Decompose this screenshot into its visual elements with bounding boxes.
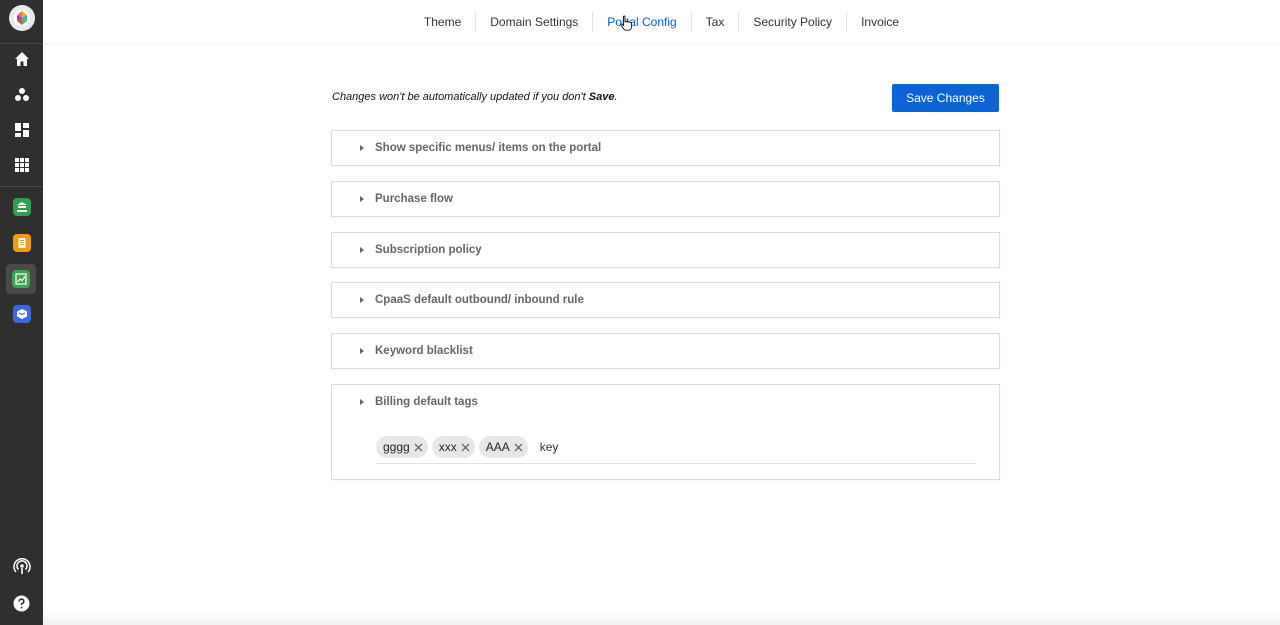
panel-header[interactable]: Billing default tags [332,385,999,419]
save-notice: Changes won't be automatically updated i… [332,91,618,103]
panel-keyword-blacklist: Keyword blacklist [331,333,1000,369]
hand-cursor-icon [620,15,633,31]
tag-label: xxx [438,440,457,454]
bank-app-icon[interactable] [0,192,43,222]
tab-portal-config-label: Portal Config [607,14,677,29]
box-app-icon[interactable] [0,299,43,329]
document-app-icon[interactable] [0,228,43,258]
tab-domain-settings[interactable]: Domain Settings [476,11,594,32]
panel-cpaas-default-rule: CpaaS default outbound/ inbound rule [331,282,1000,318]
caret-right-icon [360,145,364,151]
apps-grid-icon[interactable] [0,150,43,180]
tag-chip: AAA [478,436,528,458]
panel-header[interactable]: Keyword blacklist [332,334,999,368]
tab-invoice[interactable]: Invoice [847,12,913,32]
tag-text-input[interactable] [537,439,662,455]
settings-tabs: Theme Domain Settings Portal Config Tax … [43,0,1280,43]
caret-right-icon [360,247,364,253]
home-icon[interactable] [0,44,43,74]
dashboard-icon[interactable] [0,115,43,145]
panel-title: Keyword blacklist [375,345,473,357]
tag-label: gggg [383,440,410,454]
caret-right-icon [360,399,364,405]
caret-right-icon [360,297,364,303]
tab-theme[interactable]: Theme [410,11,477,32]
panel-subscription-policy: Subscription policy [331,232,1000,268]
panel-purchase-flow: Purchase flow [331,181,1000,217]
panel-title: Purchase flow [375,193,453,205]
save-notice-emphasis: Save [588,91,615,103]
save-changes-button[interactable]: Save Changes [892,84,999,112]
panel-header[interactable]: Purchase flow [332,182,999,216]
save-notice-text: Changes won't be automatically updated i… [332,91,589,103]
panel-header[interactable]: Show specific menus/ items on the portal [332,131,999,165]
brand-logo-icon[interactable] [9,5,35,31]
panel-title: CpaaS default outbound/ inbound rule [375,294,584,306]
tag-label: AAA [485,440,510,454]
chart-app-icon[interactable] [6,264,36,294]
panel-header[interactable]: CpaaS default outbound/ inbound rule [332,283,999,317]
sidebar-divider [0,186,43,187]
panel-title: Billing default tags [375,396,478,408]
help-icon[interactable] [0,588,43,618]
sidebar [0,0,43,625]
tab-tax[interactable]: Tax [692,11,740,32]
save-notice-end: . [614,91,618,103]
remove-tag-icon[interactable] [461,443,470,452]
remove-tag-icon[interactable] [414,443,423,452]
billing-tags-input[interactable]: gggg xxx AAA [376,431,976,464]
caret-right-icon [360,348,364,354]
users-icon[interactable] [0,80,43,110]
remove-tag-icon[interactable] [514,443,523,452]
panel-title: Subscription policy [375,244,482,256]
tab-security-policy[interactable]: Security Policy [739,11,848,32]
panel-title: Show specific menus/ items on the portal [375,142,602,154]
tag-chip: gggg [376,436,428,458]
panel-show-specific-menus: Show specific menus/ items on the portal [331,130,1000,166]
tab-portal-config[interactable]: Portal Config [593,11,692,32]
panel-header[interactable]: Subscription policy [332,233,999,267]
tag-chip: xxx [431,436,475,458]
page-bottom-edge [43,612,1280,625]
caret-right-icon [360,196,364,202]
broadcast-icon[interactable] [0,552,43,582]
panel-billing-default-tags: Billing default tags gggg xxx AAA [331,384,1000,480]
